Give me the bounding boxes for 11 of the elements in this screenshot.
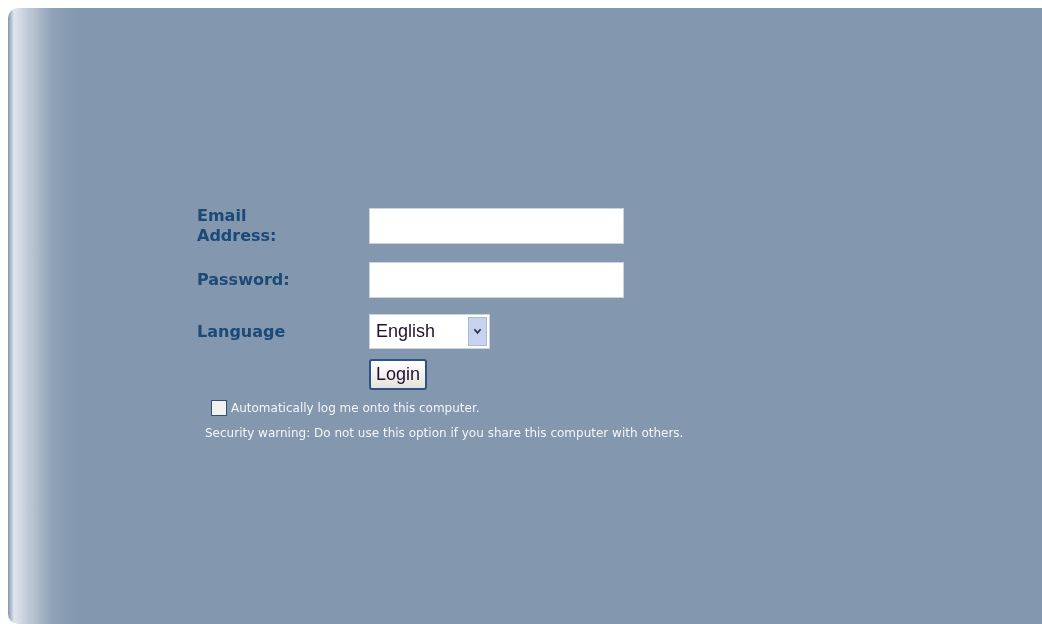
field-label: Language <box>197 321 287 342</box>
language-select[interactable]: English <box>369 314 490 349</box>
login-button[interactable]: Login <box>369 359 428 390</box>
auto-login-checkbox[interactable] <box>211 400 227 416</box>
field-label: Email Address: <box>197 206 278 246</box>
password-field[interactable] <box>369 262 624 298</box>
field-label: Password: <box>197 270 291 290</box>
email-field[interactable] <box>369 208 624 244</box>
security-warning: Security warning: Do not use this option if you share this computer with others. <box>205 426 685 440</box>
checkbox-label: Automatically log me onto this computer. <box>231 401 480 415</box>
caret-icon <box>468 317 487 346</box>
